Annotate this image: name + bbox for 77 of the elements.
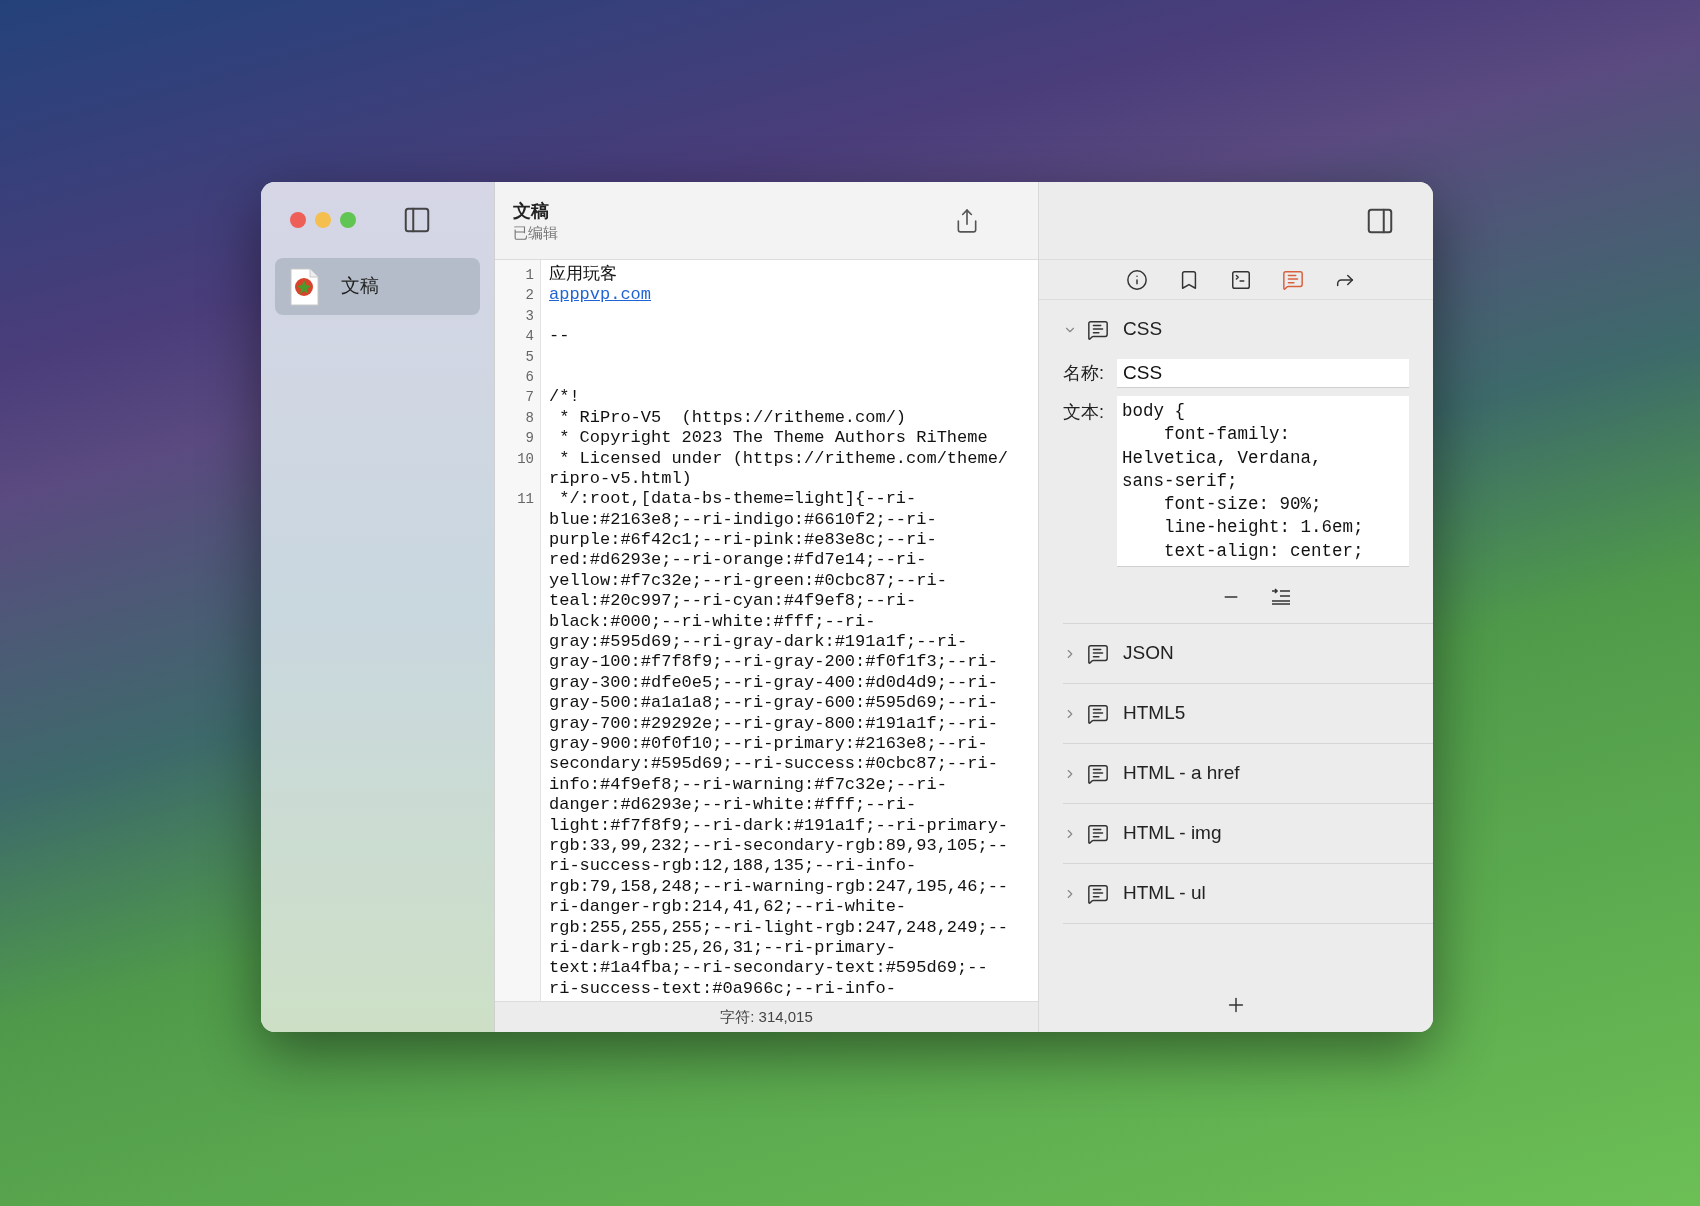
snippet-icon <box>1087 702 1109 725</box>
snippet-icon <box>1087 882 1109 905</box>
snippet-icon <box>1087 822 1109 845</box>
snippet-title: CSS <box>1123 317 1163 342</box>
code-text: rgb:255,255,255;--ri-light-rgb:247,248,249;-- <box>549 917 1009 937</box>
snippet-title: HTML - ul <box>1123 881 1206 906</box>
name-field[interactable]: CSS <box>1117 359 1409 388</box>
code-text: red:#d6293e;--ri-orange:#fd7e14;--ri- <box>549 550 927 570</box>
code-text: text:#1a4fba;--ri-secondary-text:#595d69;-- <box>549 958 988 978</box>
line-number: 11 <box>517 490 534 510</box>
line-number: 8 <box>525 408 534 428</box>
code-text: * RiPro-V5 (https://ritheme.com/) <box>558 407 907 427</box>
snippet-row[interactable]: HTML - img <box>1063 804 1433 863</box>
line-number: 9 <box>525 429 534 449</box>
code-text: -- <box>549 326 570 346</box>
code-text: blue:#2163e8;--ri-indigo:#6610f2;--ri- <box>549 509 937 529</box>
line-number: 6 <box>525 367 534 387</box>
code-text: gray:#595d69;--ri-gray-dark:#191a1f;--ri- <box>549 632 968 652</box>
document-status: 已编辑 <box>513 222 558 243</box>
indent-icon[interactable] <box>1271 587 1291 605</box>
code-text: * Copyright 2023 The Theme Authors RiTheme <box>558 428 988 448</box>
line-number: 1 <box>525 266 534 285</box>
sidebar-item[interactable]: 文稿 <box>275 258 480 315</box>
code-text: gray-300:#dfe0e5;--ri-gray-400:#d0d4d9;--ri- <box>549 672 998 692</box>
code-text: 应用玩客 <box>549 265 617 284</box>
code-text: black:#000;--ri-white:#fff;--ri- <box>549 611 876 631</box>
code-text: ri-success-text:#0a966c;--ri-info- <box>549 978 896 998</box>
code-text: gray-500:#a1a1a8;--ri-gray-600:#595d69;--ri- <box>549 693 998 713</box>
code-text: rgb:33,99,232;--ri-secondary-rgb:89,93,105;-- <box>549 835 1009 855</box>
line-number: 10 <box>517 449 534 469</box>
snippet-row[interactable]: HTML5 <box>1063 684 1433 743</box>
snippet-row[interactable]: CSS <box>1063 300 1433 359</box>
link-text[interactable]: apppvp.com <box>549 285 652 305</box>
code-text: secondary:#595d69;--ri-success:#0cbc87;--ri- <box>549 754 998 774</box>
field-label: 名称: <box>1063 362 1105 385</box>
line-number: 7 <box>525 388 534 408</box>
code-text: light:#f7f8f9;--ri-dark:#191a1f;--ri-primary- <box>549 815 1009 835</box>
snippets-tab-icon[interactable] <box>1282 268 1304 291</box>
item-label: 文稿 <box>341 274 379 299</box>
code-text: purple:#6f42c1;--ri-pink:#e83e8c;--ri- <box>549 530 937 550</box>
snippet-title: HTML - img <box>1123 821 1222 846</box>
code-text: * Licensed under (https://ritheme.com/theme/ <box>558 448 1009 468</box>
code-text: yellow:#f7c32e;--ri-green:#0cbc87;--ri- <box>549 570 947 590</box>
code-text: gray-100:#f7f8f9;--ri-gray-200:#f0f1f3;--ri- <box>549 652 998 672</box>
code-text: rgb:79,158,248;--ri-warning-rgb:247,195,46;-- <box>549 876 1009 896</box>
line-number: 3 <box>525 306 534 326</box>
line-number: 4 <box>525 327 534 347</box>
terminal-tab-icon[interactable] <box>1230 268 1252 291</box>
snippet-title: JSON <box>1123 641 1174 666</box>
info-tab-icon[interactable] <box>1126 268 1148 291</box>
snippet-icon <box>1087 318 1109 341</box>
snippet-row[interactable]: HTML - ul <box>1063 864 1433 923</box>
character-count: 字符: 314,015 <box>720 1006 813 1027</box>
snippet-row[interactable]: JSON <box>1063 624 1433 683</box>
snippet-icon <box>1087 642 1109 665</box>
snippet-title: HTML5 <box>1123 701 1186 726</box>
code-text: ri-danger-rgb:214,41,62;--ri-white- <box>549 897 907 917</box>
line-number: 5 <box>525 347 534 367</box>
code-text: */:root,[data-bs-theme=light]{--ri- <box>558 489 917 509</box>
document-icon <box>289 267 319 306</box>
code-text: teal:#20c997;--ri-cyan:#4f9ef8;--ri- <box>549 591 917 611</box>
code-text: gray-900:#0f0f10;--ri-primary:#2163e8;--ri- <box>549 734 988 753</box>
code-text: danger:#d6293e;--ri-white:#fff;--ri- <box>549 795 917 815</box>
line-number: 2 <box>525 286 534 306</box>
sidebar-toggle-icon[interactable] <box>402 205 432 235</box>
code-text: ri-success-rgb:12,188,135;--ri-info- <box>549 856 917 876</box>
snippet-title: HTML - a href <box>1123 761 1240 786</box>
snippet-row[interactable]: HTML - a href <box>1063 744 1433 803</box>
text-area[interactable]: body { font-family: Helvetica, Verdana, sans-serif; font-size: 90%; line-height: 1.6em; text-align: center; <box>1117 396 1409 567</box>
code-text: /*! <box>549 387 580 407</box>
code-text: info:#4f9ef8;--ri-warning:#f7c32e;--ri- <box>549 774 947 794</box>
code-text: ri-dark-rgb:25,26,31;--ri-primary- <box>549 937 896 957</box>
document-title: 文稿 <box>513 199 550 223</box>
code-text: gray-700:#29292e;--ri-gray-800:#191a1f;--ri- <box>549 713 998 733</box>
code-text: ripro-v5.html) <box>549 468 692 488</box>
field-label: 文本: <box>1063 401 1105 424</box>
snippet-icon <box>1087 762 1109 785</box>
